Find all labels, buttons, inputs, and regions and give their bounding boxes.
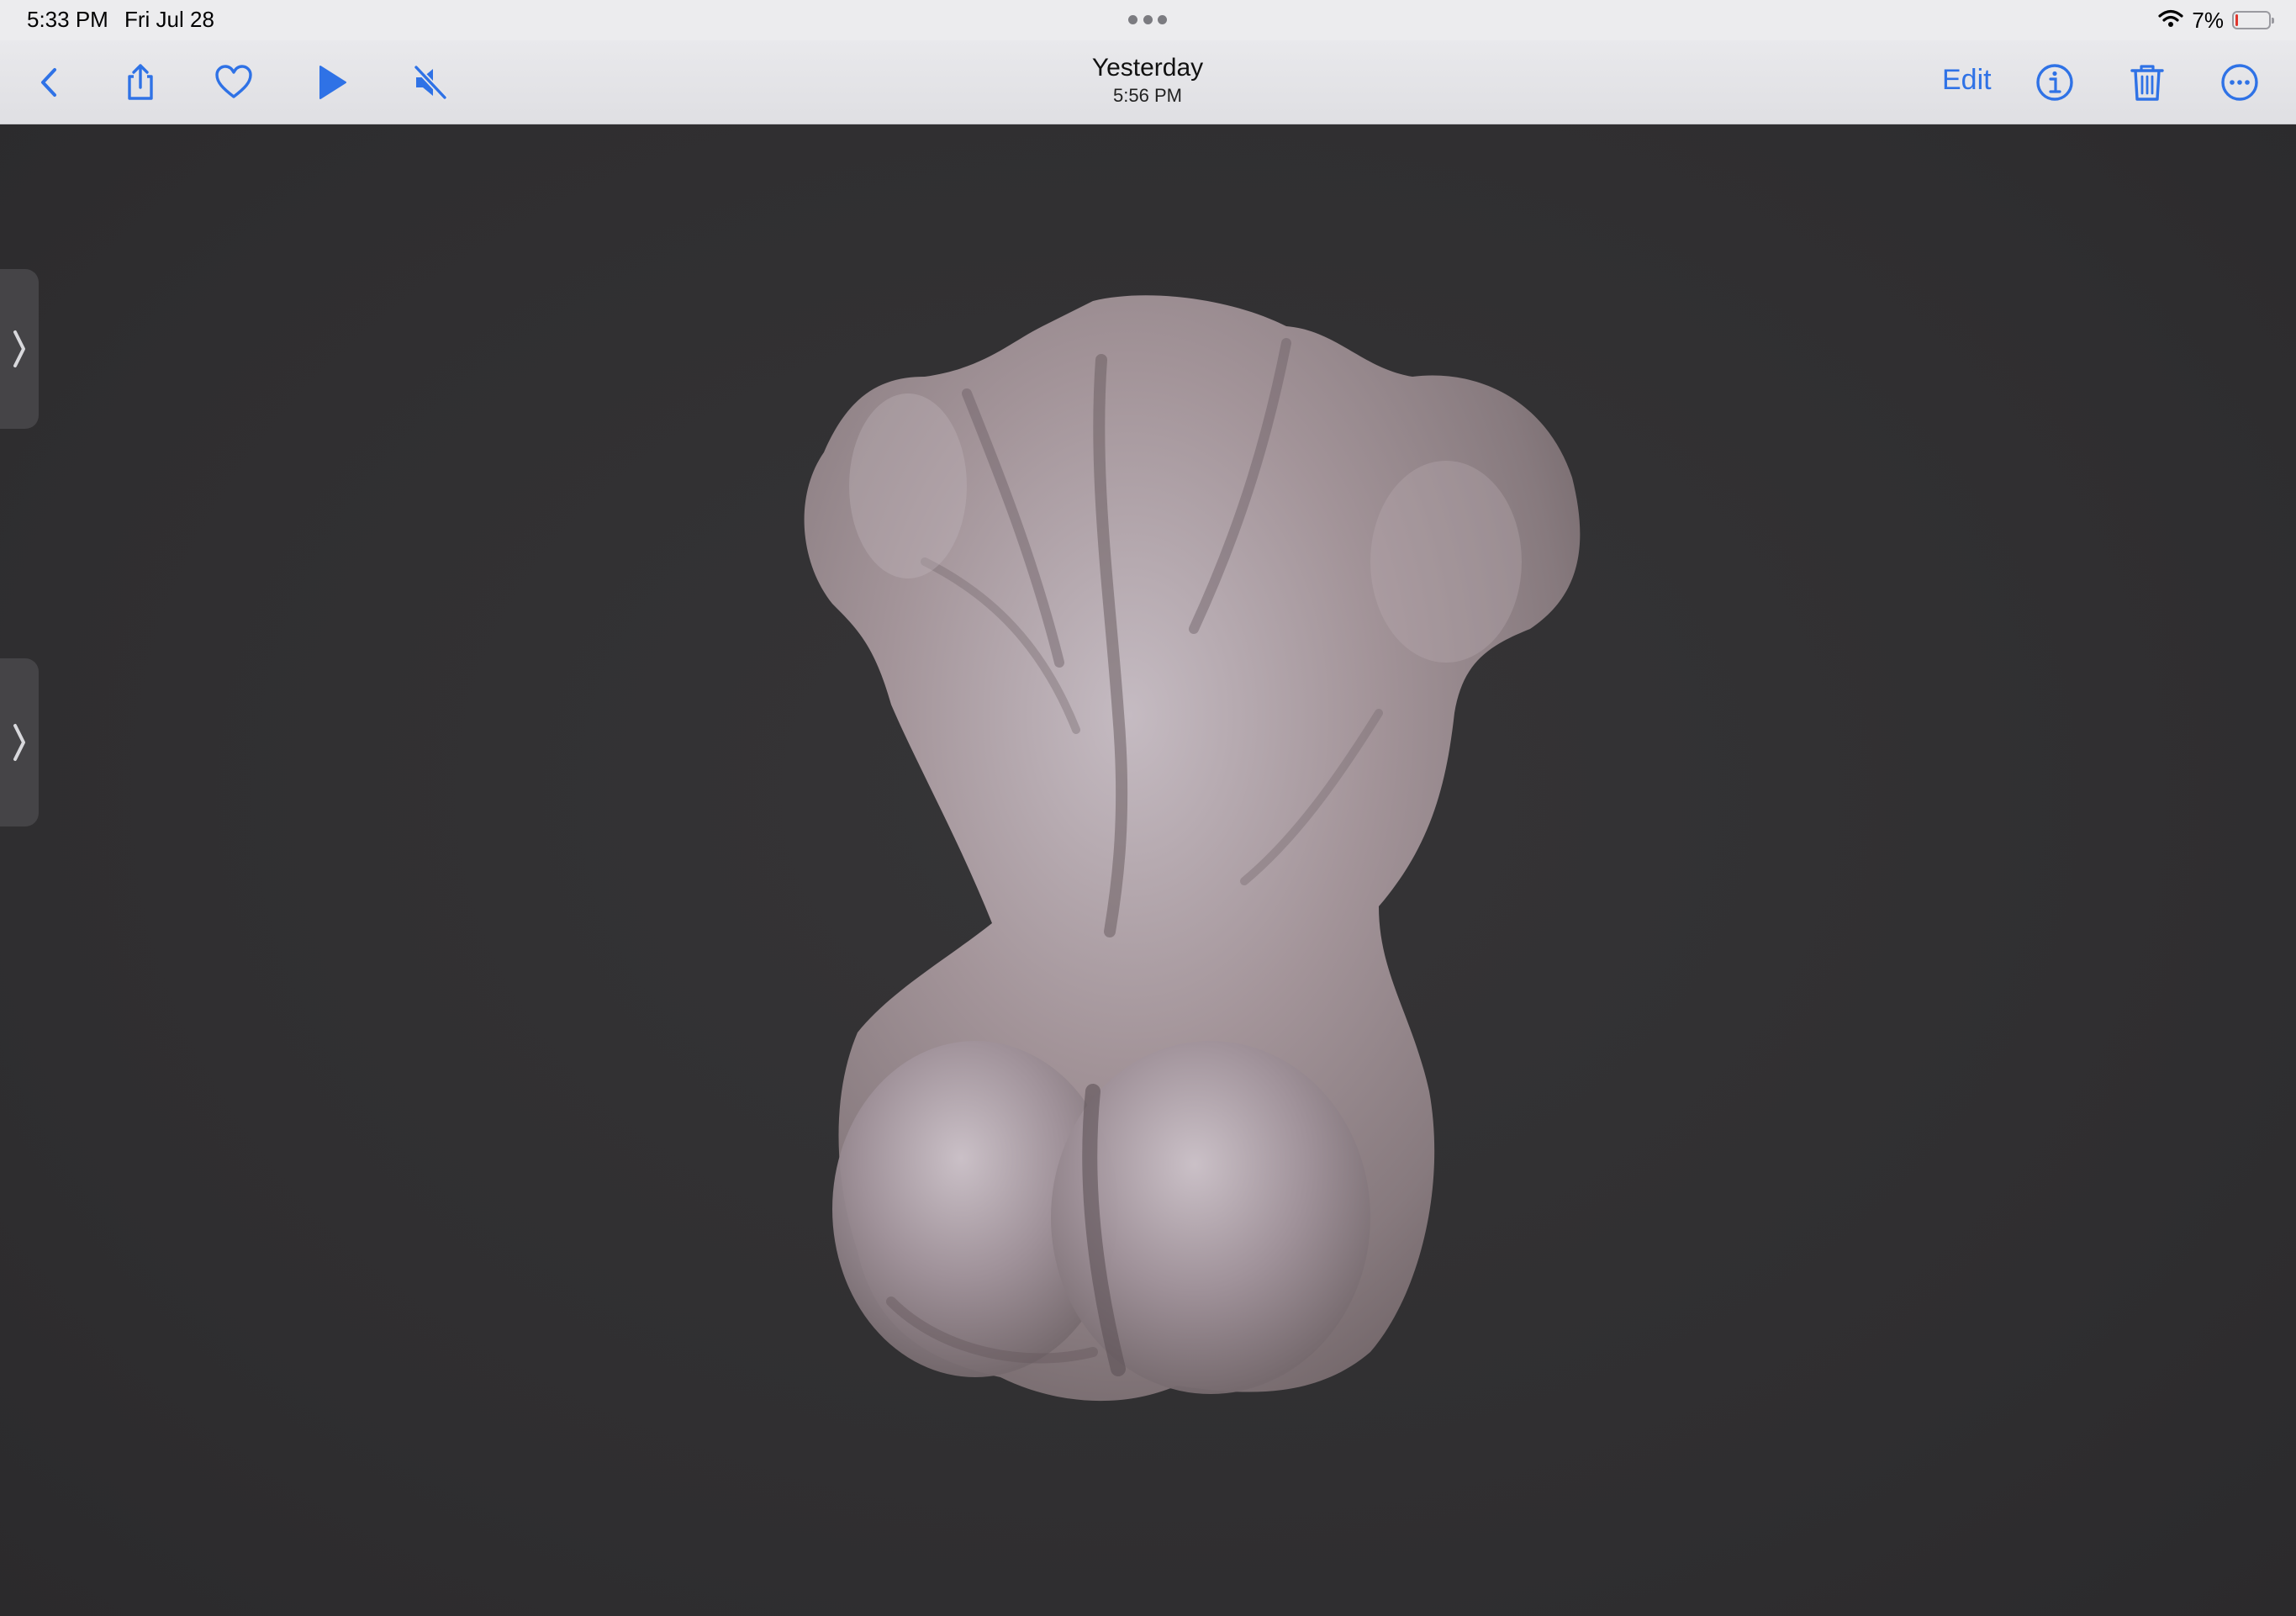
mute-icon: [413, 64, 448, 101]
status-bar: 5:33 PM Fri Jul 28 7%: [0, 0, 2296, 40]
edit-button[interactable]: Edit: [1942, 64, 1992, 97]
status-right: 7%: [2158, 7, 2274, 34]
multitasking-dots-icon[interactable]: [1128, 15, 1167, 25]
sculpture-model[interactable]: [0, 124, 2296, 1616]
chevron-right-icon: [13, 330, 25, 367]
status-time: 5:33 PM: [27, 7, 108, 32]
share-icon: [128, 64, 153, 100]
share-button[interactable]: [113, 55, 167, 109]
trash-icon: [2130, 65, 2164, 101]
battery-level-fill: [2235, 14, 2238, 26]
back-button[interactable]: [24, 55, 77, 109]
model-viewer[interactable]: [0, 124, 2296, 1616]
page-title: Yesterday: [1091, 54, 1204, 82]
info-button[interactable]: [2028, 55, 2082, 109]
side-panel-toggle-top[interactable]: [0, 269, 39, 429]
title-block: Yesterday 5:56 PM: [979, 52, 1316, 108]
wifi-icon: [2158, 8, 2184, 33]
heart-icon: [215, 65, 252, 98]
status-date: Fri Jul 28: [124, 7, 214, 32]
toolbar: Yesterday 5:56 PM Edit: [0, 40, 2296, 124]
back-chevron-icon: [41, 68, 56, 97]
favorite-button[interactable]: [207, 55, 261, 109]
side-panel-toggle-bottom[interactable]: [0, 658, 39, 826]
delete-button[interactable]: [2120, 55, 2174, 109]
chevron-right-icon: [13, 724, 25, 761]
battery-icon: [2232, 11, 2274, 29]
mute-button[interactable]: [404, 55, 457, 109]
play-button[interactable]: [304, 55, 358, 109]
play-icon: [319, 66, 346, 99]
more-button[interactable]: [2213, 55, 2267, 109]
page-subtitle: 5:56 PM: [1113, 85, 1182, 106]
info-icon: [2036, 64, 2073, 101]
battery-percent: 7%: [2192, 7, 2224, 33]
more-icon: [2221, 64, 2258, 101]
